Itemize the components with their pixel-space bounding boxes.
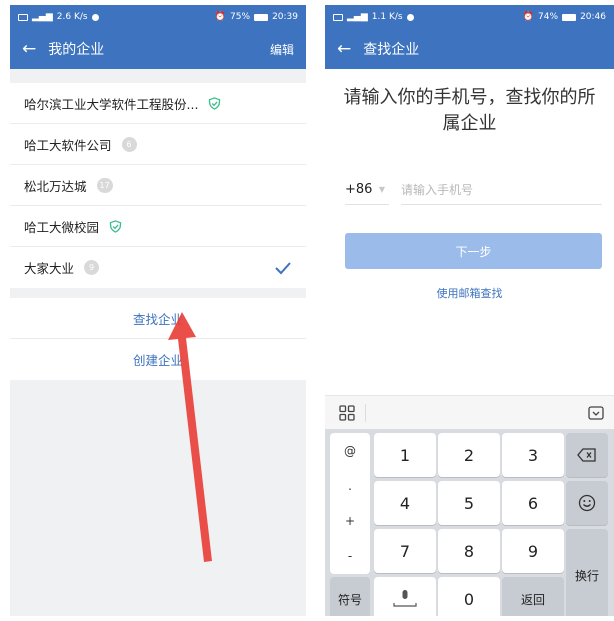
company-name: 哈尔滨工业大学软件工程股份... — [24, 96, 199, 112]
message-icon — [406, 13, 414, 21]
edit-button[interactable]: 编辑 — [270, 41, 294, 58]
digit-key-5[interactable]: 5 — [438, 481, 500, 525]
digit-key-9[interactable]: 9 — [502, 529, 564, 573]
my-companies-screen: ▂▄▆ 2.6 K/s ⏰ 75% 20:39 ← 我的企业 编辑 哈尔滨工业大… — [10, 5, 306, 616]
company-list: 哈尔滨工业大学软件工程股份... 哈工大软件公司 6 松北万达城 17 哈工大微校园 大家大… — [10, 83, 306, 288]
phone-number-input[interactable] — [401, 175, 602, 205]
unread-count-badge: 17 — [96, 177, 113, 193]
alarm-icon: ⏰ — [522, 12, 535, 22]
selected-check-icon — [275, 261, 291, 274]
network-speed: 1.1 K/s — [371, 12, 403, 22]
backspace-key[interactable] — [566, 433, 608, 477]
find-company-button[interactable]: 查找企业 — [10, 298, 306, 339]
country-code: +86 — [345, 182, 373, 197]
unread-count-badge: 9 — [84, 260, 100, 275]
company-name: 大家大业 — [24, 261, 75, 276]
page-title: 我的企业 — [48, 42, 105, 58]
chevron-down-icon: ▼ — [378, 185, 385, 194]
battery-percent: 74% — [538, 12, 559, 22]
keyboard-toolbar — [325, 395, 614, 429]
alarm-icon: ⏰ — [214, 12, 227, 22]
verified-shield-icon — [209, 96, 221, 110]
company-name: 哈工大软件公司 — [24, 137, 112, 153]
backspace-icon — [577, 448, 596, 462]
find-prompt: 请输入你的手机号，查找你的所属企业 — [343, 87, 596, 134]
digit-key-4[interactable]: 4 — [374, 481, 436, 525]
emoji-key[interactable] — [566, 481, 608, 525]
status-bar: ▂▄▆ 2.6 K/s ⏰ 75% 20:39 — [10, 5, 306, 29]
digit-key-8[interactable]: 8 — [438, 529, 500, 573]
company-list-item[interactable]: 松北万达城 17 — [10, 165, 306, 206]
next-step-button[interactable]: 下一步 — [345, 233, 602, 269]
verified-shield-icon — [109, 219, 122, 233]
back-arrow-icon[interactable]: ← — [22, 40, 36, 58]
company-list-item[interactable]: 哈工大微校园 — [10, 206, 306, 247]
hide-keyboard-icon[interactable] — [588, 405, 604, 420]
page-title: 查找企业 — [363, 42, 420, 58]
symbols-key[interactable]: 符号 — [330, 577, 370, 616]
digit-key-6[interactable]: 6 — [502, 481, 564, 525]
symbol-column[interactable]: @ . + - — [330, 433, 370, 574]
find-company-screen: ▂▄▆ 1.1 K/s ⏰ 74% 20:46 ← 查找企业 请输入你的手机号，… — [325, 5, 614, 616]
clock: 20:39 — [272, 12, 298, 22]
keyboard-menu-icon[interactable] — [339, 404, 355, 421]
notification-icon — [333, 13, 343, 21]
digit-key-7[interactable]: 7 — [374, 529, 436, 573]
signal-icon: ▂▄▆ — [347, 12, 368, 22]
back-arrow-icon[interactable]: ← — [337, 40, 351, 58]
battery-icon — [254, 13, 269, 21]
app-bar: ← 查找企业 — [325, 29, 614, 69]
create-company-button[interactable]: 创建企业 — [10, 339, 306, 380]
emoji-icon — [578, 494, 596, 512]
battery-icon — [562, 13, 577, 21]
company-name: 松北万达城 — [24, 178, 87, 194]
signal-icon: ▂▄▆ — [32, 12, 53, 22]
digit-key-1[interactable]: 1 — [374, 433, 436, 477]
return-key[interactable]: 返回 — [502, 577, 564, 616]
battery-percent: 75% — [230, 12, 251, 22]
company-list-item[interactable]: 哈尔滨工业大学软件工程股份... — [10, 83, 306, 124]
voice-key[interactable] — [374, 577, 436, 616]
notification-icon — [18, 13, 28, 21]
find-by-email-link[interactable]: 使用邮箱查找 — [325, 285, 614, 301]
company-actions: 查找企业 创建企业 — [10, 298, 306, 380]
company-list-item[interactable]: 大家大业 9 — [10, 247, 306, 288]
numeric-keyboard: @ . + - 1 2 3 4 5 6 7 8 9 换行符号 0 返回 — [325, 429, 614, 616]
app-bar: ← 我的企业 编辑 — [10, 29, 306, 69]
enter-key[interactable]: 换行 — [566, 529, 608, 616]
company-name: 哈工大微校园 — [24, 219, 100, 235]
country-code-select[interactable]: +86 ▼ — [345, 175, 389, 205]
network-speed: 2.6 K/s — [56, 12, 88, 22]
symbol-key-minus[interactable]: - — [348, 549, 352, 563]
keyboard-grid: @ . + - 1 2 3 4 5 6 7 8 9 换行符号 0 返回 — [327, 433, 612, 616]
symbol-key-plus[interactable]: + — [345, 514, 355, 528]
status-bar: ▂▄▆ 1.1 K/s ⏰ 74% 20:46 — [325, 5, 614, 29]
phone-entry-row: +86 ▼ — [345, 171, 602, 205]
company-list-item[interactable]: 哈工大软件公司 6 — [10, 124, 306, 165]
toolbar-divider — [365, 403, 366, 422]
symbol-key-at[interactable]: @ — [344, 444, 356, 458]
clock: 20:46 — [580, 12, 606, 22]
message-icon — [91, 13, 99, 21]
microphone-icon — [393, 590, 417, 607]
digit-key-0[interactable]: 0 — [438, 577, 500, 616]
digit-key-3[interactable]: 3 — [502, 433, 564, 477]
symbol-key-dot[interactable]: . — [348, 479, 352, 493]
unread-count-badge: 6 — [121, 136, 137, 152]
digit-key-2[interactable]: 2 — [438, 433, 500, 477]
